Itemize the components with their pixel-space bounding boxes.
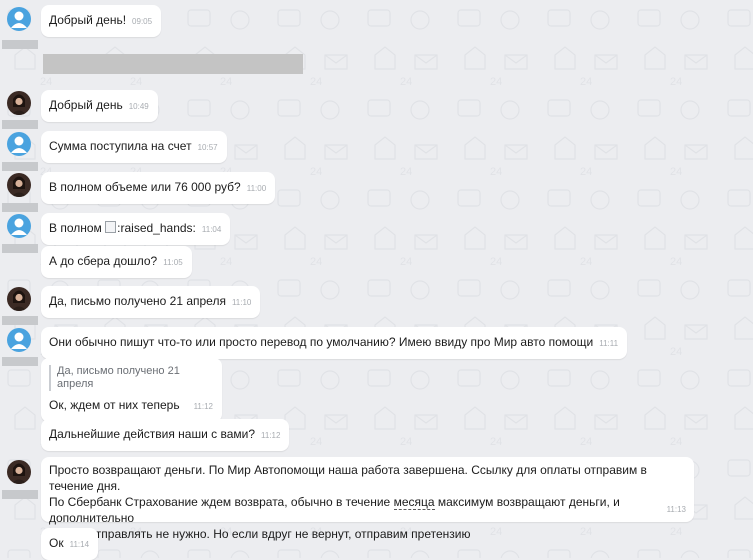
emoji-alt-text: :raised_hands: <box>117 221 196 235</box>
message-bubble[interactable]: Просто возвращают деньги. По Мир Автопом… <box>41 457 694 541</box>
user-avatar[interactable] <box>7 7 31 31</box>
message-time: 11:00 <box>246 184 267 193</box>
message-text: Сумма поступила на счет <box>49 139 192 153</box>
message-text: Добрый день <box>49 98 123 112</box>
message-time: 09:05 <box>132 17 153 26</box>
underlined-word[interactable]: месяца <box>393 495 435 510</box>
message-bubble[interactable]: Добрый день 10:49 <box>41 90 158 122</box>
sender-name-redacted <box>2 357 38 366</box>
message-time: 11:10 <box>231 298 252 307</box>
user-avatar[interactable] <box>7 132 31 156</box>
message-time: 11:12 <box>193 402 214 411</box>
message-line: По Сбербанк Страхование ждем возврата, о… <box>49 494 686 526</box>
message-bubble[interactable]: А до сбера дошло? 11:05 <box>41 246 192 278</box>
message-text: Ок <box>49 536 64 550</box>
message-bubble[interactable]: Сумма поступила на счет 10:57 <box>41 131 227 163</box>
message-time: 11:13 <box>666 505 686 514</box>
broken-image-icon <box>105 221 117 233</box>
sender-name-redacted <box>2 316 38 325</box>
sender-name-redacted <box>2 244 38 253</box>
message-bubble[interactable]: Ок 11:14 <box>41 528 99 560</box>
message-text: В полном объеме или 76 000 руб? <box>49 180 241 194</box>
message-line: Просто возвращают деньги. По Мир Автопом… <box>49 463 647 493</box>
agent-avatar[interactable] <box>7 173 31 197</box>
agent-avatar[interactable] <box>7 287 31 311</box>
message-bubble[interactable]: Дальнейшие действия наши с вами? 11:12 <box>41 419 290 451</box>
sender-name-redacted <box>2 162 38 171</box>
message-bubble[interactable]: В полном объеме или 76 000 руб? 11:00 <box>41 172 276 204</box>
message-bubble[interactable]: Да, письмо получено 21 апреля 11:10 <box>41 286 261 318</box>
agent-photo-icon <box>11 94 27 115</box>
message-bubble[interactable]: Добрый день! 09:05 <box>41 5 162 37</box>
message-time: 10:49 <box>128 102 149 111</box>
person-icon <box>11 11 27 28</box>
message-time: 10:57 <box>197 143 218 152</box>
sender-name-redacted <box>2 203 38 212</box>
person-icon <box>11 136 27 153</box>
person-icon <box>11 218 27 235</box>
redacted-block <box>43 54 303 74</box>
sender-name-redacted <box>2 490 38 499</box>
message-time: 11:14 <box>69 540 90 549</box>
reply-message-bubble[interactable]: Да, письмо получено 21 апреля Ок, ждем о… <box>41 358 223 422</box>
message-text: Они обычно пишут что-то или просто перев… <box>49 335 594 349</box>
user-avatar[interactable] <box>7 328 31 352</box>
sender-name-redacted <box>2 40 38 49</box>
person-icon <box>11 332 27 349</box>
message-bubble[interactable]: Они обычно пишут что-то или просто перев… <box>41 327 628 359</box>
message-text: Добрый день! <box>49 13 127 27</box>
message-time: 11:05 <box>163 258 183 267</box>
agent-avatar[interactable] <box>7 91 31 115</box>
agent-photo-icon <box>11 463 27 484</box>
message-text: А до сбера дошло? <box>49 254 158 268</box>
agent-photo-icon <box>11 290 27 311</box>
message-time: 11:04 <box>201 225 222 234</box>
quoted-message[interactable]: Да, письмо получено 21 апреля <box>49 365 187 391</box>
message-time: 11:11 <box>599 339 619 348</box>
agent-avatar[interactable] <box>7 460 31 484</box>
message-text: Ок, ждем от них теперь <box>49 398 180 412</box>
sender-name-redacted <box>2 120 38 129</box>
message-text: В полном <box>49 221 102 235</box>
message-time: 11:12 <box>261 431 281 440</box>
message-text: Да, письмо получено 21 апреля <box>49 294 226 308</box>
message-text: Дальнейшие действия наши с вами? <box>49 427 256 441</box>
message-text: По Сбербанк Страхование ждем возврата, о… <box>49 495 394 509</box>
user-avatar[interactable] <box>7 214 31 238</box>
message-bubble[interactable]: В полном :raised_hands: 11:04 <box>41 213 231 245</box>
agent-photo-icon <box>11 176 27 197</box>
message-line: ничего отправлять не нужно. Но если вдру… <box>49 527 471 541</box>
